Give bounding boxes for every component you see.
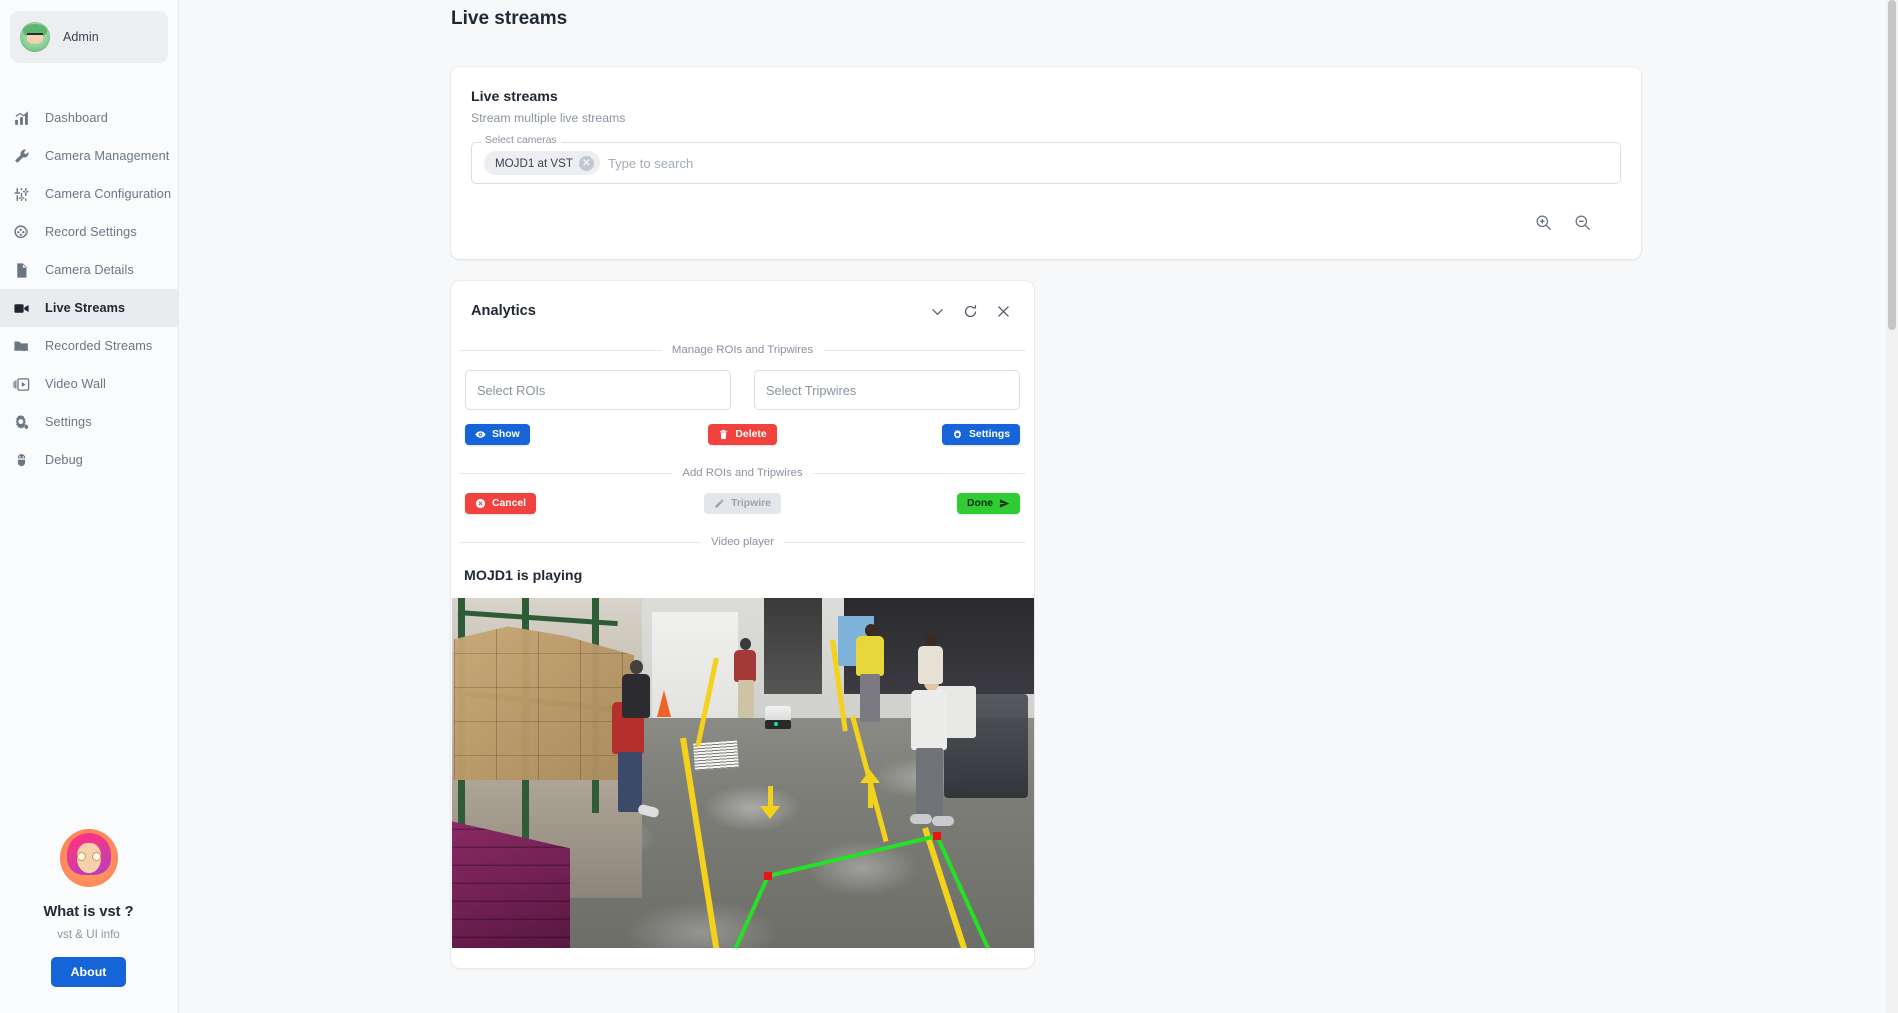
profile-card[interactable]: Admin — [10, 11, 168, 63]
chart-bars-icon — [12, 109, 31, 128]
field-legend: Select cameras — [481, 135, 561, 147]
trash-icon — [720, 429, 728, 440]
video-camera-icon — [12, 299, 31, 318]
analytics-header: Analytics — [451, 281, 1034, 322]
sidebar-item-label: Record Settings — [45, 225, 137, 239]
sidebar-item-label: Live Streams — [45, 301, 126, 315]
delete-button-label: Delete — [735, 429, 767, 440]
sliders-icon — [12, 185, 31, 204]
page-title: Live streams — [451, 8, 568, 29]
video-player[interactable] — [452, 598, 1034, 948]
chevron-down-icon[interactable] — [926, 300, 948, 322]
film-reel-icon — [12, 223, 31, 242]
manage-button-row: Show Delete Settings — [451, 424, 1034, 445]
sidebar-item-label: Camera Management — [45, 149, 170, 163]
promo-subtitle: vst & UI info — [57, 928, 120, 941]
bug-icon — [12, 451, 31, 470]
show-button-label: Show — [492, 429, 520, 440]
select-rois-dropdown[interactable]: Select ROIs — [465, 370, 731, 410]
document-icon — [12, 261, 31, 280]
sidebar-item-settings[interactable]: Settings — [0, 403, 178, 441]
show-button[interactable]: Show — [465, 424, 530, 445]
select-cameras-field[interactable]: Select cameras MOJD1 at VST ✕ — [471, 135, 1621, 184]
live-streams-card: Live streams Stream multiple live stream… — [451, 67, 1641, 259]
search-input[interactable] — [607, 155, 1608, 171]
page-scrollbar[interactable] — [1886, 0, 1898, 1013]
card-title: Live streams — [471, 89, 558, 105]
user-avatar-icon — [20, 22, 50, 52]
eye-icon — [475, 431, 486, 438]
pencil-icon — [715, 499, 724, 508]
video-title: MOJD1 is playing — [464, 568, 583, 584]
sidebar-item-live-streams[interactable]: Live Streams — [0, 289, 178, 327]
video-frame — [452, 598, 1034, 948]
vst-promo-panel: What is vst ? vst & UI info About — [0, 829, 177, 987]
sidebar-nav: Dashboard Camera Management Camera Confi… — [0, 99, 178, 479]
delete-button[interactable]: Delete — [708, 424, 777, 445]
sidebar-item-label: Debug — [45, 453, 83, 467]
magnifier-minus-icon[interactable] — [1571, 211, 1593, 233]
done-button-label: Done — [967, 498, 993, 509]
sidebar-item-recorded-streams[interactable]: Recorded Streams — [0, 327, 178, 365]
sidebar-item-dashboard[interactable]: Dashboard — [0, 99, 178, 137]
settings-button-label: Settings — [969, 429, 1010, 440]
sidebar-item-record-settings[interactable]: Record Settings — [0, 213, 178, 251]
mobile-robot — [765, 706, 791, 729]
promo-title: What is vst ? — [43, 904, 134, 920]
sidebar-item-camera-management[interactable]: Camera Management — [0, 137, 178, 175]
send-icon — [999, 499, 1010, 508]
x-circle-icon — [475, 498, 486, 509]
add-divider: Add ROIs and Tripwires — [451, 467, 1034, 479]
video-wall-icon — [12, 375, 31, 394]
settings-button[interactable]: Settings — [942, 424, 1020, 445]
wrench-icon — [12, 147, 31, 166]
sidebar-item-label: Recorded Streams — [45, 339, 153, 353]
analytics-header-actions — [926, 300, 1014, 322]
video-divider: Video player — [451, 536, 1034, 548]
add-button-row: Cancel Tripwire Done — [451, 493, 1034, 514]
card-subtitle: Stream multiple live streams — [471, 111, 626, 125]
sidebar-item-label: Camera Configuration — [45, 187, 172, 201]
sidebar-item-video-wall[interactable]: Video Wall — [0, 365, 178, 403]
roi-tripwire-selects: Select ROIs Select Tripwires — [451, 370, 1034, 410]
magnifier-plus-icon[interactable] — [1532, 211, 1554, 233]
sidebar-item-camera-details[interactable]: Camera Details — [0, 251, 178, 289]
close-icon[interactable] — [992, 300, 1014, 322]
main-content: Live streams Live streams Stream multipl… — [179, 0, 1898, 1013]
camera-chip-label: MOJD1 at VST — [495, 156, 573, 170]
analytics-title: Analytics — [471, 303, 536, 319]
profile-name: Admin — [63, 30, 99, 44]
sidebar-item-label: Settings — [45, 415, 92, 429]
camera-chip[interactable]: MOJD1 at VST ✕ — [484, 151, 600, 175]
app-root: Admin Dashboard Camera Management Camera… — [0, 0, 1898, 1013]
folder-play-icon — [12, 337, 31, 356]
cancel-button-label: Cancel — [492, 498, 527, 509]
sidebar-item-camera-configuration[interactable]: Camera Configuration — [0, 175, 178, 213]
about-button[interactable]: About — [50, 957, 127, 987]
sidebar-item-label: Camera Details — [45, 263, 134, 277]
sidebar-item-label: Video Wall — [45, 377, 106, 391]
scrollbar-thumb[interactable] — [1888, 0, 1896, 330]
refresh-icon[interactable] — [959, 300, 981, 322]
zoom-controls — [471, 211, 1621, 233]
gear-icon — [953, 429, 962, 439]
tripwire-button: Tripwire — [704, 493, 781, 514]
sidebar-item-debug[interactable]: Debug — [0, 441, 178, 479]
close-circle-icon[interactable]: ✕ — [578, 155, 594, 171]
tripwire-button-label: Tripwire — [731, 498, 771, 509]
cancel-button[interactable]: Cancel — [465, 493, 537, 514]
gears-icon — [12, 413, 31, 432]
select-tripwires-dropdown[interactable]: Select Tripwires — [754, 370, 1020, 410]
vst-mascot-icon — [59, 829, 118, 887]
done-button[interactable]: Done — [957, 493, 1020, 514]
manage-divider: Manage ROIs and Tripwires — [451, 344, 1034, 356]
sidebar: Admin Dashboard Camera Management Camera… — [0, 0, 179, 1013]
sidebar-item-label: Dashboard — [45, 111, 108, 125]
analytics-card: Analytics Manage ROIs and Tripwires Sele… — [451, 281, 1034, 968]
